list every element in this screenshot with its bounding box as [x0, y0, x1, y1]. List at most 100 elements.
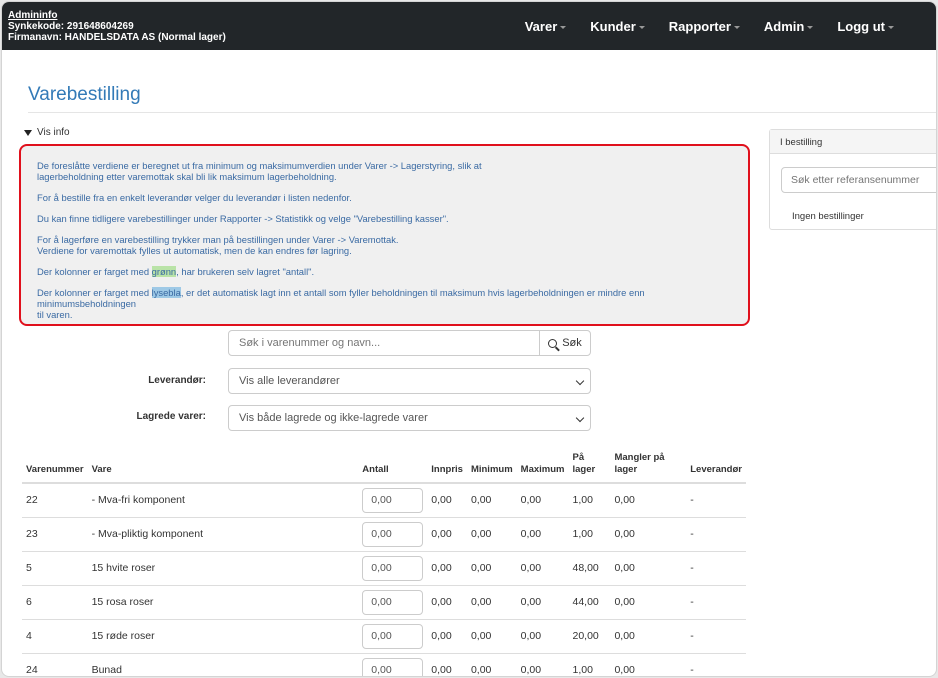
- quantity-input[interactable]: [362, 623, 424, 649]
- search-button-label: Søk: [562, 337, 582, 349]
- divider: [28, 112, 936, 113]
- orders-panel-header: I bestilling: [770, 130, 936, 154]
- saved-items-select[interactable]: Vis både lagrede og ikke-lagrede varer: [228, 405, 591, 431]
- nav-menu: Varer Kunder Rapporter Admin Logg ut: [501, 2, 894, 50]
- cell-lager: 48,00: [568, 551, 611, 586]
- quantity-input[interactable]: [362, 521, 424, 547]
- search-icon: [548, 338, 558, 348]
- top-navbar: Admininfo Synkekode: 291648604269 Firman…: [2, 2, 936, 50]
- cell-antall: [358, 551, 428, 586]
- cell-innpris: 0,00: [427, 483, 467, 518]
- caret-down-icon: [807, 25, 814, 29]
- info-paragraph: Der kolonner er farget med grønn, har br…: [37, 266, 315, 277]
- user-link[interactable]: Admininfo: [8, 10, 226, 21]
- cell-antall: [358, 517, 428, 552]
- cell-vare: 15 rosa roser: [87, 585, 359, 620]
- product-search-input[interactable]: [228, 330, 540, 356]
- caret-down-icon: [560, 25, 567, 29]
- col-mangler: Mangler på lager: [610, 452, 687, 484]
- table-row: 4 15 røde roser 0,00 0,00 0,00 20,00 0,0…: [22, 619, 746, 654]
- cell-max: 0,00: [516, 483, 569, 518]
- info-paragraph: De foreslåtte verdiene er beregnet ut fr…: [37, 160, 482, 182]
- cell-vare: 15 røde roser: [87, 619, 359, 654]
- table-row: 6 15 rosa roser 0,00 0,00 0,00 44,00 0,0…: [22, 585, 746, 620]
- search-button[interactable]: Søk: [539, 330, 591, 356]
- table-row: 22 - Mva-fri komponent 0,00 0,00 0,00 1,…: [22, 483, 746, 518]
- cell-lager: 20,00: [568, 619, 611, 654]
- nav-rapporter[interactable]: Rapporter: [669, 19, 740, 34]
- cell-vare: - Mva-fri komponent: [87, 483, 359, 518]
- cell-innpris: 0,00: [427, 619, 467, 654]
- col-pa-lager: På lager: [568, 452, 611, 484]
- col-minimum: Minimum: [466, 452, 517, 484]
- reference-search-input[interactable]: [781, 167, 936, 193]
- col-innpris: Innpris: [427, 452, 467, 484]
- col-antall: Antall: [358, 452, 428, 484]
- supplier-label: Leverandør:: [148, 375, 206, 386]
- cell-min: 0,00: [466, 619, 517, 654]
- sync-code: Synkekode: 291648604269: [8, 21, 134, 32]
- quantity-input[interactable]: [362, 555, 424, 581]
- cell-min: 0,00: [466, 585, 517, 620]
- cell-max: 0,00: [516, 619, 569, 654]
- table-row: 5 15 hvite roser 0,00 0,00 0,00 48,00 0,…: [22, 551, 746, 586]
- quantity-input[interactable]: [362, 589, 424, 615]
- cell-antall: [358, 653, 428, 676]
- info-toggle[interactable]: Vis info: [24, 127, 70, 138]
- nav-varer[interactable]: Varer: [525, 19, 567, 34]
- cell-antall: [358, 585, 428, 620]
- cell-mangler: 0,00: [610, 585, 687, 620]
- cell-lev: -: [686, 585, 746, 620]
- info-paragraph: Der kolonner er farget med lysebla, er d…: [37, 287, 645, 320]
- nav-kunder[interactable]: Kunder: [590, 19, 645, 34]
- cell-nr: 24: [22, 653, 88, 676]
- cell-max: 0,00: [516, 653, 569, 676]
- cell-max: 0,00: [516, 585, 569, 620]
- info-box: De foreslåtte verdiene er beregnet ut fr…: [19, 144, 750, 326]
- cell-min: 0,00: [466, 551, 517, 586]
- chevron-down-icon: [575, 376, 585, 386]
- order-table: Varenummer Vare Antall Innpris Minimum M…: [22, 452, 746, 676]
- cell-vare: Bunad: [87, 653, 359, 676]
- nav-logg-ut[interactable]: Logg ut: [837, 19, 894, 34]
- cell-min: 0,00: [466, 653, 517, 676]
- cell-lev: -: [686, 517, 746, 552]
- empty-orders-text: Ingen bestillinger: [792, 211, 864, 222]
- cell-max: 0,00: [516, 551, 569, 586]
- orders-panel: I bestilling Ingen bestillinger: [769, 129, 936, 230]
- table-row: 23 - Mva-pliktig komponent 0,00 0,00 0,0…: [22, 517, 746, 552]
- col-maximum: Maximum: [516, 452, 569, 484]
- cell-mangler: 0,00: [610, 551, 687, 586]
- green-highlight: grønn: [151, 266, 177, 277]
- caret-down-icon: [888, 25, 894, 29]
- cell-nr: 4: [22, 619, 88, 654]
- app-window: Admininfo Synkekode: 291648604269 Firman…: [1, 1, 937, 677]
- cell-mangler: 0,00: [610, 517, 687, 552]
- cell-lager: 44,00: [568, 585, 611, 620]
- triangle-down-icon: [24, 129, 32, 136]
- cell-max: 0,00: [516, 517, 569, 552]
- cell-min: 0,00: [466, 517, 517, 552]
- page-title: Varebestilling: [28, 84, 141, 105]
- cell-mangler: 0,00: [610, 483, 687, 518]
- table-header-row: Varenummer Vare Antall Innpris Minimum M…: [22, 452, 746, 484]
- cell-innpris: 0,00: [427, 585, 467, 620]
- table-row: 24 Bunad 0,00 0,00 0,00 1,00 0,00 -: [22, 653, 746, 676]
- cell-lev: -: [686, 483, 746, 518]
- blue-highlight: lysebla: [151, 287, 181, 298]
- cell-nr: 22: [22, 483, 88, 518]
- col-varenummer: Varenummer: [22, 452, 88, 484]
- cell-innpris: 0,00: [427, 653, 467, 676]
- quantity-input[interactable]: [362, 487, 424, 513]
- supplier-select[interactable]: Vis alle leverandører: [228, 368, 591, 394]
- company-name: Firmanavn: HANDELSDATA AS (Normal lager): [8, 32, 226, 43]
- col-leverandor: Leverandør: [686, 452, 746, 484]
- info-paragraph: For å lagerføre en varebestilling trykke…: [37, 234, 399, 256]
- saved-items-label: Lagrede varer:: [136, 411, 206, 422]
- cell-vare: - Mva-pliktig komponent: [87, 517, 359, 552]
- quantity-input[interactable]: [362, 657, 424, 676]
- nav-admin[interactable]: Admin: [764, 19, 814, 34]
- caret-down-icon: [638, 25, 645, 29]
- cell-min: 0,00: [466, 483, 517, 518]
- cell-lev: -: [686, 551, 746, 586]
